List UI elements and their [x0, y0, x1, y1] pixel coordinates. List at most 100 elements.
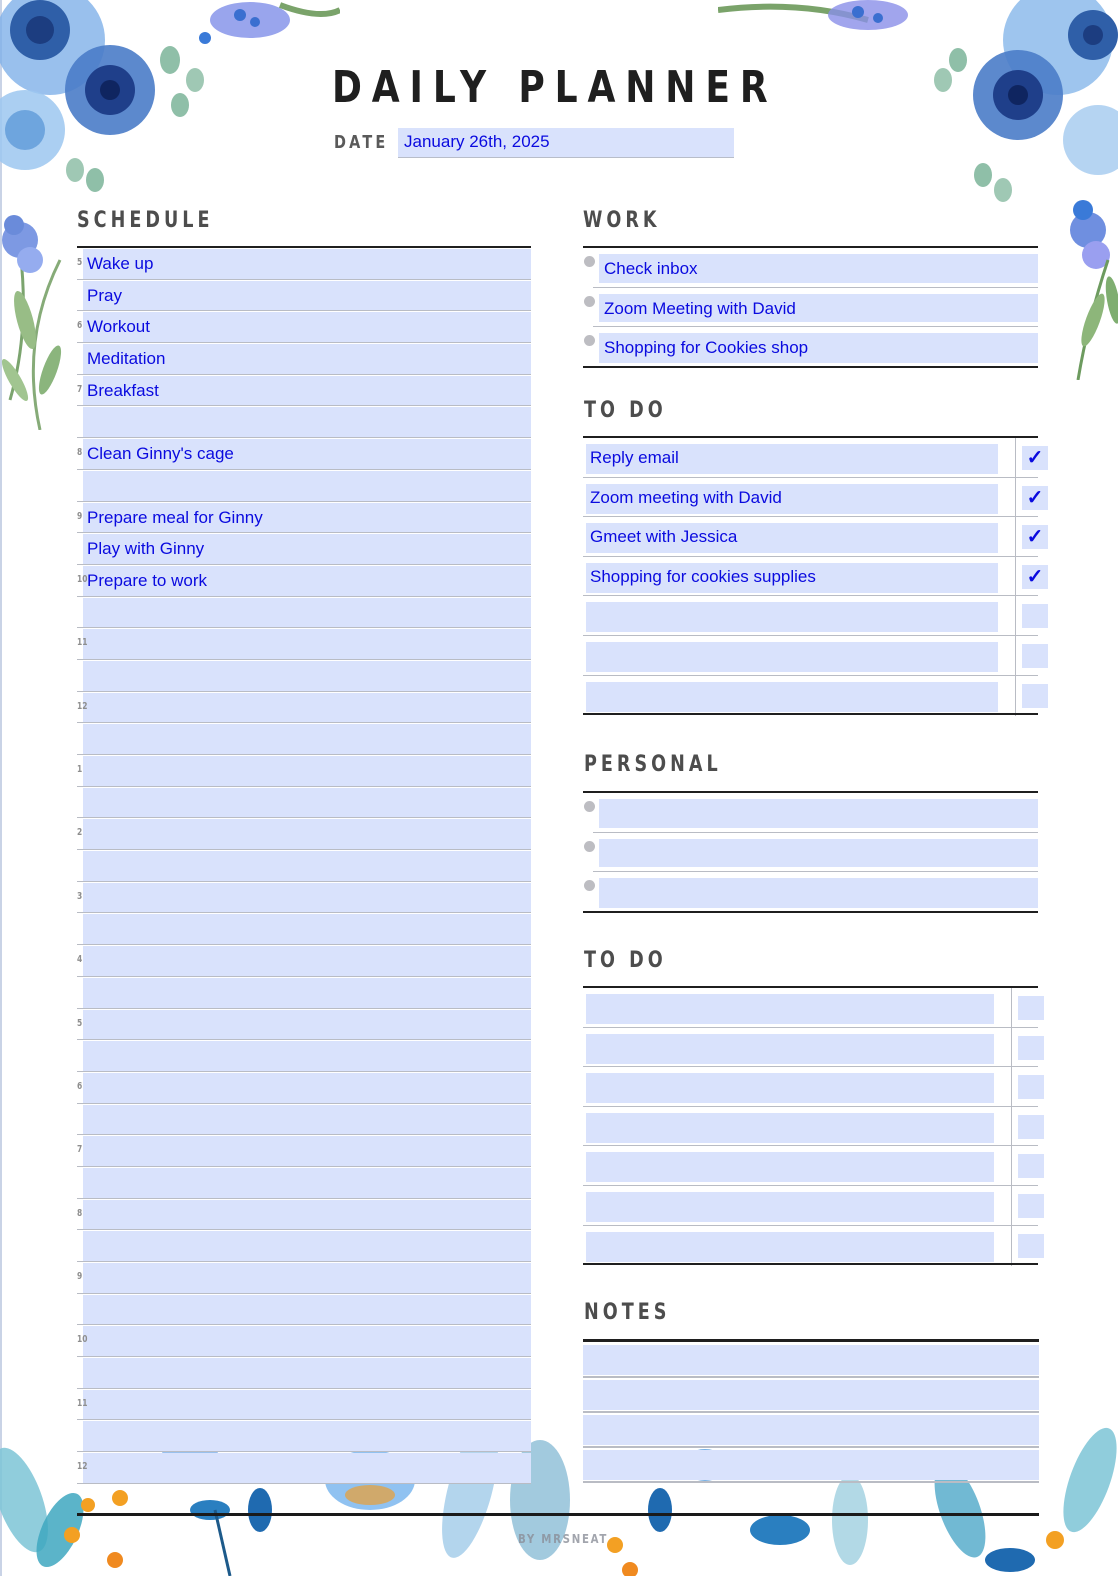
schedule-row[interactable]: 12 [77, 1452, 531, 1484]
schedule-field[interactable] [83, 1072, 531, 1103]
todo1-text[interactable]: Gmeet with Jessica [590, 527, 737, 547]
notes-field[interactable] [583, 1415, 1039, 1445]
checkbox[interactable] [1018, 1114, 1044, 1139]
schedule-row[interactable] [77, 787, 531, 819]
schedule-row[interactable] [77, 1040, 531, 1072]
personal-item[interactable] [584, 833, 1038, 872]
schedule-row[interactable]: 4 [77, 945, 531, 977]
notes-field[interactable] [583, 1380, 1039, 1410]
schedule-row[interactable] [77, 660, 531, 692]
todo2-row[interactable] [583, 1067, 1044, 1107]
notes-line[interactable] [583, 1343, 1039, 1378]
schedule-entry[interactable]: Workout [87, 317, 150, 337]
checkbox[interactable]: ✓ [1022, 446, 1048, 470]
schedule-row[interactable]: 3 [77, 882, 531, 914]
notes-field[interactable] [583, 1450, 1039, 1480]
todo2-field[interactable] [586, 994, 994, 1024]
schedule-entry[interactable]: Prepare meal for Ginny [87, 508, 263, 528]
schedule-field[interactable] [83, 1421, 531, 1452]
schedule-entry[interactable]: Meditation [87, 349, 165, 369]
schedule-field[interactable] [83, 977, 531, 1008]
work-item-text[interactable]: Check inbox [604, 259, 698, 279]
schedule-row[interactable]: 1 [77, 755, 531, 787]
schedule-field[interactable] [83, 312, 531, 343]
schedule-field[interactable] [83, 914, 531, 945]
schedule-row[interactable]: 10 Prepare to work [77, 565, 531, 597]
todo2-field[interactable] [586, 1033, 994, 1064]
todo2-row[interactable] [583, 1185, 1044, 1226]
schedule-field[interactable] [83, 470, 531, 501]
schedule-field[interactable] [83, 660, 531, 691]
todo2-row[interactable] [583, 1146, 1044, 1186]
schedule-row[interactable]: 12 [77, 692, 531, 724]
todo2-row[interactable] [583, 1027, 1044, 1068]
schedule-row[interactable] [77, 1357, 531, 1389]
date-field[interactable]: January 26th, 2025 [398, 128, 734, 158]
schedule-row[interactable]: Meditation [77, 343, 531, 375]
schedule-row[interactable]: 6 [77, 1072, 531, 1104]
schedule-row[interactable]: 9 Prepare meal for Ginny [77, 502, 531, 534]
schedule-entry[interactable]: Wake up [87, 254, 153, 274]
notes-line[interactable] [583, 1378, 1039, 1413]
schedule-row[interactable]: 8 [77, 1199, 531, 1231]
work-item-text[interactable]: Shopping for Cookies shop [604, 338, 808, 358]
schedule-field[interactable] [83, 280, 531, 311]
todo2-field[interactable] [586, 1191, 994, 1222]
schedule-row[interactable] [77, 1420, 531, 1453]
schedule-row[interactable]: 2 [77, 818, 531, 851]
schedule-field[interactable] [83, 1167, 531, 1198]
notes-line[interactable] [583, 1448, 1039, 1483]
todo1-field[interactable] [586, 602, 998, 633]
schedule-field[interactable] [83, 1009, 531, 1040]
schedule-row[interactable] [77, 1104, 531, 1136]
work-item[interactable]: Zoom Meeting with David [584, 288, 1038, 327]
schedule-field[interactable] [83, 787, 531, 818]
schedule-field[interactable] [83, 1231, 531, 1261]
checkbox[interactable] [1018, 1075, 1044, 1100]
personal-item[interactable] [584, 872, 1038, 912]
todo1-row[interactable] [583, 596, 1048, 636]
schedule-field[interactable] [83, 1199, 531, 1230]
todo2-row[interactable] [583, 1106, 1044, 1147]
todo1-row[interactable]: Reply email ✓ [583, 438, 1048, 478]
personal-field[interactable] [599, 838, 1038, 867]
schedule-entry[interactable]: Breakfast [87, 381, 159, 401]
schedule-row[interactable] [77, 913, 531, 946]
schedule-row[interactable] [77, 597, 531, 629]
checkbox[interactable]: ✓ [1022, 525, 1048, 550]
schedule-field[interactable] [83, 1453, 531, 1483]
schedule-row[interactable]: 11 [77, 628, 531, 660]
schedule-field[interactable] [83, 407, 531, 438]
checkbox[interactable] [1018, 1233, 1044, 1258]
todo2-field[interactable] [586, 1231, 994, 1262]
work-item[interactable]: Check inbox [584, 248, 1038, 288]
schedule-field[interactable] [83, 1294, 531, 1325]
schedule-row[interactable] [77, 406, 531, 439]
todo1-row[interactable] [583, 635, 1048, 676]
schedule-field[interactable] [83, 1358, 531, 1388]
schedule-row[interactable]: 5 Wake up [77, 248, 531, 280]
checkbox[interactable] [1022, 643, 1048, 668]
schedule-entry[interactable]: Play with Ginny [87, 539, 204, 559]
schedule-row[interactable] [77, 470, 531, 502]
schedule-row[interactable]: 6 Workout [77, 311, 531, 344]
checkbox[interactable] [1022, 604, 1048, 629]
schedule-row[interactable]: Play with Ginny [77, 533, 531, 565]
schedule-row[interactable]: 11 [77, 1389, 531, 1421]
schedule-field[interactable] [83, 1136, 531, 1166]
todo2-field[interactable] [586, 1073, 994, 1104]
checkbox[interactable]: ✓ [1022, 485, 1048, 510]
schedule-row[interactable]: Pray [77, 280, 531, 312]
schedule-row[interactable] [77, 850, 531, 882]
schedule-field[interactable] [83, 882, 531, 913]
schedule-row[interactable]: 8 Clean Ginny's cage [77, 438, 531, 470]
schedule-field[interactable] [83, 851, 531, 881]
todo1-text[interactable]: Zoom meeting with David [590, 488, 782, 508]
schedule-row[interactable]: 9 [77, 1262, 531, 1294]
schedule-row[interactable] [77, 1294, 531, 1326]
schedule-field[interactable] [83, 1326, 531, 1357]
personal-item[interactable] [584, 793, 1038, 833]
schedule-row[interactable]: 7 Breakfast [77, 375, 531, 407]
schedule-field[interactable] [83, 597, 531, 628]
schedule-field[interactable] [83, 946, 531, 976]
